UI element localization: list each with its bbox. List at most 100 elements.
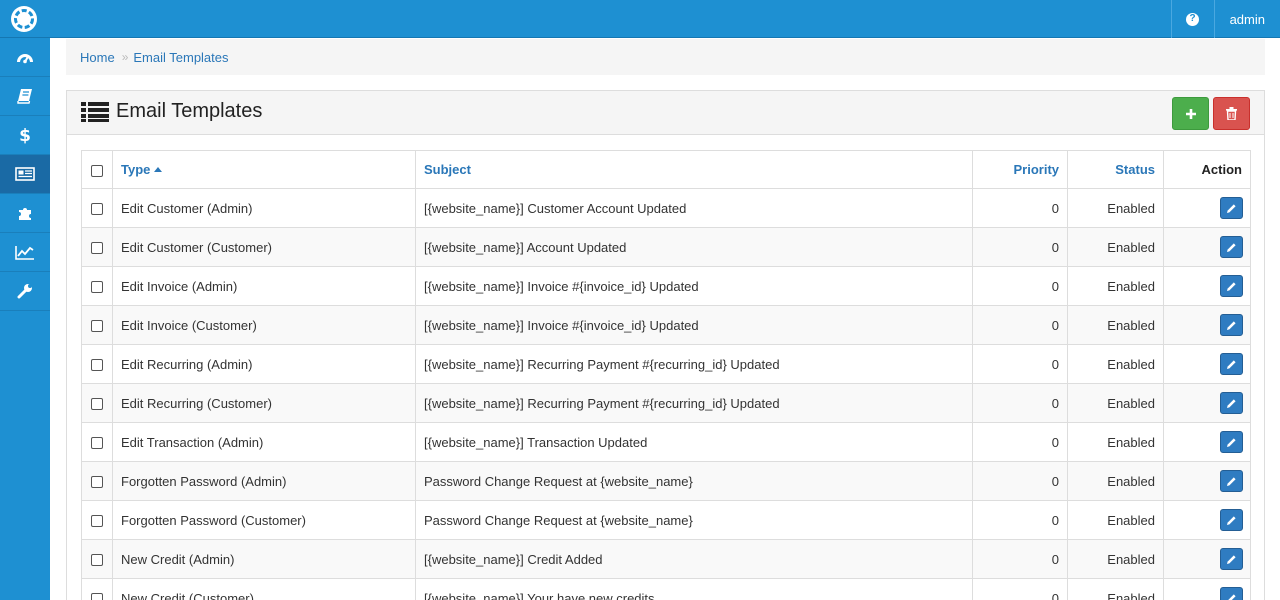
edit-button[interactable] (1220, 548, 1243, 570)
cell-action (1163, 227, 1251, 267)
edit-button[interactable] (1220, 392, 1243, 414)
add-template-button[interactable] (1172, 97, 1209, 130)
cell-priority: 0 (972, 344, 1068, 384)
cell-status: Enabled (1067, 188, 1164, 228)
sidebar-item-settings[interactable] (0, 272, 50, 311)
table-row: Edit Recurring (Admin) [{website_name}] R… (81, 344, 1251, 384)
breadcrumb-separator-icon: » (121, 50, 129, 64)
edit-button[interactable] (1220, 470, 1243, 492)
row-checkbox[interactable] (91, 281, 103, 294)
cell-priority: 0 (972, 539, 1068, 579)
edit-button[interactable] (1220, 314, 1243, 336)
column-type[interactable]: Type (112, 150, 416, 189)
cell-action (1163, 578, 1251, 600)
page-title: Email Templates (81, 100, 262, 123)
email-templates-panel: Email Templates Type Subject Priority St… (66, 90, 1265, 600)
dollar-icon: $ (19, 126, 31, 144)
dashboard-icon (17, 54, 33, 64)
row-select-cell (81, 461, 113, 501)
cell-subject: [{website_name}] Transaction Updated (415, 422, 973, 462)
cell-action (1163, 305, 1251, 345)
user-menu[interactable]: admin (1213, 0, 1280, 38)
edit-button[interactable] (1220, 236, 1243, 258)
cell-priority: 0 (972, 578, 1068, 600)
cell-type: Edit Invoice (Customer) (112, 305, 416, 345)
newspaper-icon (15, 167, 35, 181)
table-row: Forgotten Password (Customer) Password Ch… (81, 500, 1251, 540)
cell-subject: [{website_name}] Recurring Payment #{rec… (415, 344, 973, 384)
cell-priority: 0 (972, 305, 1068, 345)
pencil-icon (1227, 593, 1236, 600)
templates-table-wrapper: Type Subject Priority Status Action Edit… (81, 150, 1251, 600)
pencil-icon (1227, 515, 1236, 525)
edit-button[interactable] (1220, 431, 1243, 453)
delete-template-button[interactable] (1213, 97, 1250, 130)
sidebar-item-dashboard[interactable] (0, 38, 50, 77)
row-checkbox[interactable] (91, 320, 103, 333)
row-checkbox[interactable] (91, 476, 103, 489)
cell-status: Enabled (1067, 383, 1164, 423)
edit-button[interactable] (1220, 197, 1243, 219)
edit-button[interactable] (1220, 353, 1243, 375)
breadcrumb: Home » Email Templates (66, 39, 1265, 75)
row-select-cell (81, 266, 113, 306)
table-row: Edit Invoice (Customer) [{website_name}] … (81, 305, 1251, 345)
cell-action (1163, 422, 1251, 462)
cell-type: New Credit (Customer) (112, 578, 416, 600)
edit-button[interactable] (1220, 275, 1243, 297)
sidebar-item-billing[interactable]: $ (0, 116, 50, 155)
row-checkbox[interactable] (91, 359, 103, 372)
row-checkbox[interactable] (91, 515, 103, 528)
select-all-cell (81, 150, 113, 189)
cell-type: New Credit (Admin) (112, 539, 416, 579)
cell-status: Enabled (1067, 578, 1164, 600)
column-subject[interactable]: Subject (415, 150, 973, 189)
svg-text:$: $ (19, 126, 31, 144)
select-all-checkbox[interactable] (91, 164, 103, 177)
breadcrumb-home[interactable]: Home (80, 50, 115, 65)
cell-subject: [{website_name}] Customer Account Update… (415, 188, 973, 228)
row-select-cell (81, 227, 113, 267)
cell-action (1163, 461, 1251, 501)
sidebar-item-email-templates[interactable] (0, 155, 50, 194)
sidebar-item-plugins[interactable] (0, 194, 50, 233)
sidebar: $ (0, 38, 50, 600)
row-checkbox[interactable] (91, 242, 103, 255)
row-checkbox[interactable] (91, 398, 103, 411)
pencil-icon (1227, 398, 1236, 408)
edit-button[interactable] (1220, 509, 1243, 531)
column-type-label: Type (121, 162, 151, 177)
book-icon (17, 89, 32, 104)
row-select-cell (81, 578, 113, 600)
cell-status: Enabled (1067, 305, 1164, 345)
table-header-row: Type Subject Priority Status Action (81, 150, 1251, 189)
table-row: New Credit (Admin) [{website_name}] Credi… (81, 539, 1251, 579)
cell-action (1163, 383, 1251, 423)
cell-priority: 0 (972, 266, 1068, 306)
cell-type: Edit Recurring (Admin) (112, 344, 416, 384)
column-priority[interactable]: Priority (972, 150, 1068, 189)
puzzle-icon (19, 208, 31, 220)
row-checkbox[interactable] (91, 554, 103, 567)
row-select-cell (81, 188, 113, 228)
cell-status: Enabled (1067, 422, 1164, 462)
cell-action (1163, 344, 1251, 384)
edit-button[interactable] (1220, 587, 1243, 600)
row-select-cell (81, 344, 113, 384)
cell-type: Edit Customer (Customer) (112, 227, 416, 267)
column-status[interactable]: Status (1067, 150, 1164, 189)
row-checkbox[interactable] (91, 203, 103, 216)
cell-subject: [{website_name}] Account Updated (415, 227, 973, 267)
row-checkbox[interactable] (91, 437, 103, 450)
breadcrumb-current[interactable]: Email Templates (133, 50, 228, 65)
row-checkbox[interactable] (91, 593, 103, 600)
top-bar: ? admin (0, 0, 1280, 38)
logo-icon[interactable] (10, 5, 38, 33)
panel-header: Email Templates (67, 91, 1264, 135)
trash-icon (1226, 107, 1237, 120)
help-button[interactable]: ? (1170, 0, 1214, 38)
sidebar-item-book[interactable] (0, 77, 50, 116)
pencil-icon (1227, 320, 1236, 330)
table-row: Edit Invoice (Admin) [{website_name}] Inv… (81, 266, 1251, 306)
sidebar-item-reports[interactable] (0, 233, 50, 272)
